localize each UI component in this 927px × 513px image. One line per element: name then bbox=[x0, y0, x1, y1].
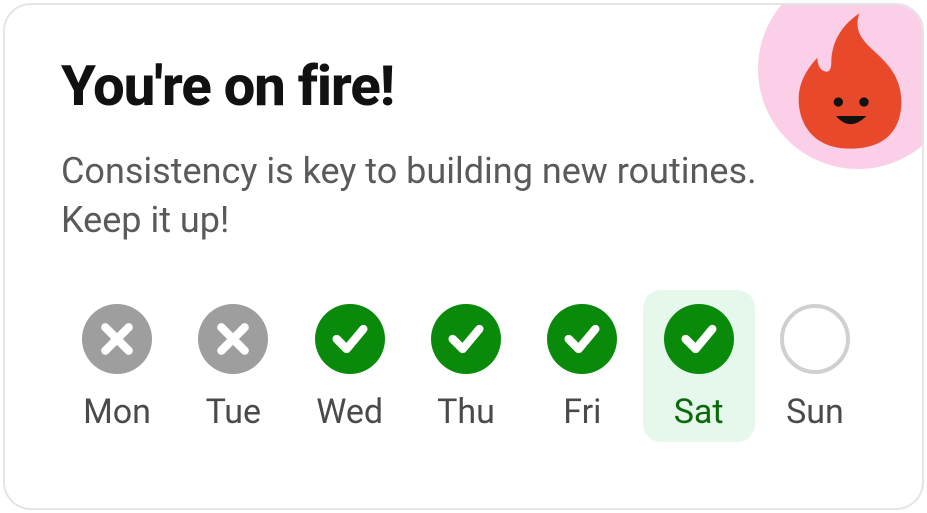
days-row: Mon Tue Wed Thu Fri bbox=[61, 290, 871, 442]
check-icon bbox=[315, 304, 385, 374]
day-thu: Thu bbox=[410, 290, 522, 442]
day-mon: Mon bbox=[61, 290, 173, 442]
check-icon bbox=[664, 304, 734, 374]
fire-icon bbox=[790, 11, 910, 151]
streak-card: You're on fire! Consistency is key to bu… bbox=[3, 3, 924, 510]
card-subtitle: Consistency is key to building new routi… bbox=[61, 147, 781, 244]
day-label: Sun bbox=[786, 392, 844, 432]
fire-badge bbox=[758, 3, 924, 169]
cross-icon bbox=[82, 304, 152, 374]
day-tue: Tue bbox=[177, 290, 289, 442]
empty-circle-icon bbox=[780, 304, 850, 374]
check-icon bbox=[431, 304, 501, 374]
day-label: Fri bbox=[563, 392, 601, 432]
card-title: You're on fire! bbox=[61, 53, 394, 119]
day-label: Tue bbox=[206, 392, 261, 432]
day-label: Mon bbox=[83, 392, 151, 432]
day-label: Sat bbox=[674, 392, 724, 432]
day-fri: Fri bbox=[526, 290, 638, 442]
check-icon bbox=[547, 304, 617, 374]
day-label: Wed bbox=[316, 392, 383, 432]
day-sat: Sat bbox=[643, 290, 755, 442]
cross-icon bbox=[198, 304, 268, 374]
day-label: Thu bbox=[437, 392, 495, 432]
day-wed: Wed bbox=[294, 290, 406, 442]
day-sun: Sun bbox=[759, 290, 871, 442]
